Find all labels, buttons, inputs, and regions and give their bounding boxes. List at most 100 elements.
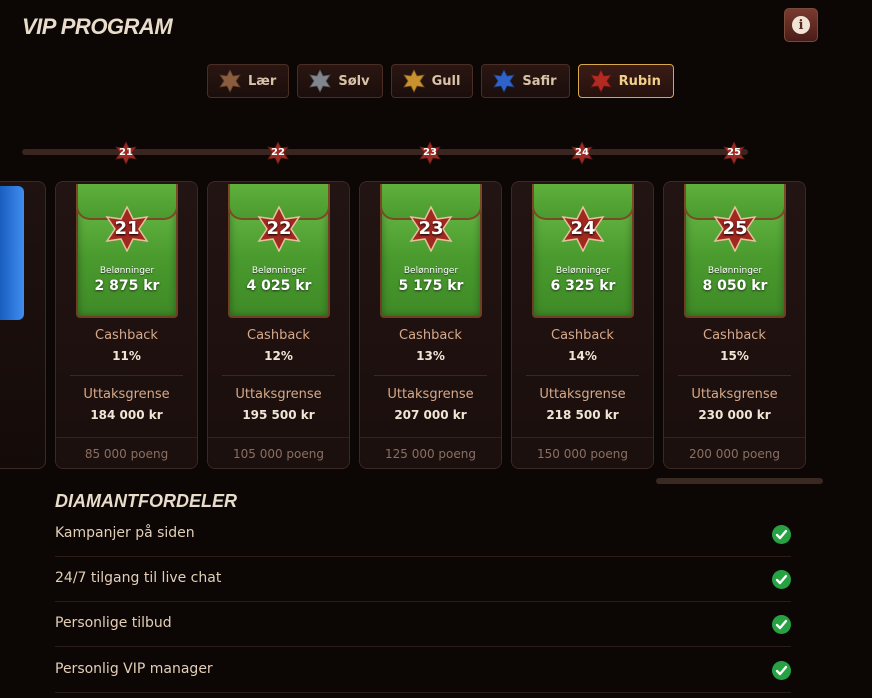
benefit-label: Personlige tilbud — [55, 615, 172, 631]
check-icon — [772, 525, 791, 544]
withdrawal-limit-label: Uttaksgrense — [387, 387, 474, 402]
reward-envelope: 21 Belønninger 2 875 kr — [76, 184, 178, 318]
tab-laer[interactable]: Lær — [207, 64, 290, 98]
page-title: VIP PROGRAM — [22, 14, 173, 39]
tab-label: Sølv — [338, 73, 370, 89]
tab-solv[interactable]: Sølv — [297, 64, 383, 98]
reward-envelope: 24 Belønninger 6 325 kr — [532, 184, 634, 318]
withdrawal-limit-value: 184 000 kr — [90, 408, 163, 422]
track-level-marker: 21 — [114, 141, 138, 165]
reward-envelope: 22 Belønninger 4 025 kr — [228, 184, 330, 318]
withdrawal-limit-value: 230 000 kr — [698, 408, 771, 422]
track-level-number: 25 — [727, 147, 741, 158]
cashback-label: Cashback — [703, 328, 766, 343]
track-level-number: 23 — [423, 147, 437, 158]
reward-label: Belønninger — [555, 266, 611, 276]
cashback-value: 14% — [568, 349, 597, 363]
withdrawal-limit-label: Uttaksgrense — [235, 387, 322, 402]
withdrawal-limit-value: 218 500 kr — [546, 408, 619, 422]
reward-envelope: 23 Belønninger 5 175 kr — [380, 184, 482, 318]
tab-label: Rubin — [618, 73, 661, 89]
divider — [374, 375, 487, 376]
track-level-number: 21 — [119, 147, 133, 158]
cashback-label: Cashback — [551, 328, 614, 343]
withdrawal-limit-value: 207 000 kr — [394, 408, 467, 422]
reward-value: 6 325 kr — [550, 278, 616, 294]
level-number: 22 — [266, 218, 292, 239]
cashback-value: 15% — [720, 349, 749, 363]
divider — [526, 375, 639, 376]
points-required: 200 000 poeng — [688, 447, 780, 461]
track-level-number: 24 — [575, 147, 589, 158]
benefit-label: 24/7 tilgang til live chat — [55, 570, 222, 586]
cashback-value: 11% — [112, 349, 141, 363]
level-card[interactable]: 25 Belønninger 8 050 kr Cashback 15% Utt… — [663, 181, 806, 469]
tab-rubin[interactable]: Rubin — [577, 64, 674, 98]
star-icon — [493, 69, 516, 93]
cashback-value: 12% — [264, 349, 293, 363]
points-required: 105 000 poeng — [232, 447, 324, 461]
cashback-label: Cashback — [247, 328, 310, 343]
check-icon — [772, 615, 791, 634]
level-number: 23 — [418, 218, 444, 239]
reward-label: Belønninger — [99, 266, 155, 276]
points-required: 150 000 poeng — [536, 447, 628, 461]
level-card[interactable]: 23 Belønninger 5 175 kr Cashback 13% Utt… — [359, 181, 502, 469]
tab-safir[interactable]: Safir — [481, 64, 570, 98]
withdrawal-limit-label: Uttaksgrense — [691, 387, 778, 402]
reward-value: 5 175 kr — [398, 278, 464, 294]
withdrawal-limit-value: 195 500 kr — [242, 408, 315, 422]
level-card[interactable]: 22 Belønninger 4 025 kr Cashback 12% Utt… — [207, 181, 350, 469]
reward-label: Belønninger — [251, 266, 307, 276]
tier-tabs: Lær Sølv Gull Safir Rubin — [207, 64, 674, 98]
benefit-row: 24/7 tilgang til live chat — [55, 557, 791, 602]
reward-value: 2 875 kr — [94, 278, 160, 294]
level-card[interactable]: 21 Belønninger 2 875 kr Cashback 11% Utt… — [55, 181, 198, 469]
info-button[interactable]: i — [784, 8, 818, 42]
level-number: 25 — [722, 218, 748, 239]
reward-value: 8 050 kr — [702, 278, 768, 294]
benefit-row: Personlig VIP manager — [55, 648, 791, 693]
cashback-value: 13% — [416, 349, 445, 363]
withdrawal-limit-label: Uttaksgrense — [83, 387, 170, 402]
cashback-label: Cashback — [95, 328, 158, 343]
track-level-number: 22 — [271, 147, 285, 158]
tab-label: Lær — [248, 73, 277, 89]
check-icon — [772, 661, 791, 680]
star-icon — [402, 69, 425, 93]
star-icon — [589, 69, 612, 93]
info-icon: i — [792, 16, 810, 34]
cashback-label: Cashback — [399, 328, 462, 343]
reward-envelope: 25 Belønninger 8 050 kr — [684, 184, 786, 318]
withdrawal-limit-label: Uttaksgrense — [539, 387, 626, 402]
tab-gull[interactable]: Gull — [390, 64, 474, 98]
reward-label: Belønninger — [403, 266, 459, 276]
benefit-label: Personlig VIP manager — [55, 661, 213, 677]
track-level-marker: 24 — [570, 141, 594, 165]
tab-label: Safir — [522, 73, 557, 89]
reward-label: Belønninger — [707, 266, 763, 276]
benefit-label: Kampanjer på siden — [55, 525, 195, 541]
horizontal-scrollbar[interactable] — [656, 478, 823, 484]
divider — [222, 375, 335, 376]
track-level-marker: 23 — [418, 141, 442, 165]
benefits-title: DIAMANTFORDELER — [55, 491, 237, 511]
points-required: 85 000 poeng — [84, 447, 169, 461]
benefit-row: Personlige tilbud — [55, 602, 791, 647]
tab-label: Gull — [431, 73, 461, 89]
divider — [678, 375, 791, 376]
track-level-marker: 25 — [722, 141, 746, 165]
points-required: 125 000 poeng — [384, 447, 476, 461]
reward-value: 4 025 kr — [246, 278, 312, 294]
level-number: 24 — [570, 218, 596, 239]
envelope-image — [0, 186, 24, 320]
star-icon — [219, 69, 241, 93]
benefit-row: Kampanjer på siden — [55, 512, 791, 557]
check-icon — [772, 570, 791, 589]
star-icon — [309, 69, 332, 93]
level-card[interactable]: 24 Belønninger 6 325 kr Cashback 14% Utt… — [511, 181, 654, 469]
level-card-partial[interactable] — [0, 181, 46, 469]
level-number: 21 — [114, 218, 140, 239]
divider — [70, 375, 183, 376]
track-level-marker: 22 — [266, 141, 290, 165]
